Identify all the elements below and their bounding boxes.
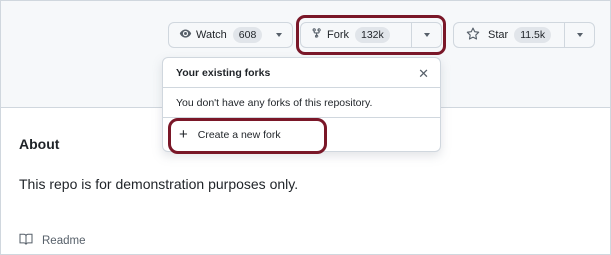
star-button[interactable]: Star 11.5k bbox=[454, 23, 564, 47]
eye-icon bbox=[179, 27, 192, 43]
popover-message: You don't have any forks of this reposit… bbox=[163, 88, 440, 118]
star-count: 11.5k bbox=[514, 27, 552, 43]
chevron-down-icon bbox=[276, 33, 282, 37]
book-icon bbox=[19, 233, 33, 248]
chevron-down-icon bbox=[576, 33, 583, 37]
star-dropdown-button[interactable] bbox=[565, 23, 594, 47]
popover-title: Your existing forks bbox=[176, 66, 271, 79]
close-icon[interactable]: ✕ bbox=[418, 66, 429, 82]
star-button-group: Star 11.5k bbox=[453, 22, 595, 48]
star-label: Star bbox=[488, 29, 509, 41]
watch-count: 608 bbox=[232, 27, 263, 43]
fork-highlight-annotation bbox=[296, 15, 446, 55]
about-title: About bbox=[19, 136, 60, 152]
watch-label: Watch bbox=[196, 29, 227, 41]
about-description: This repo is for demonstration purposes … bbox=[19, 176, 299, 192]
star-icon bbox=[466, 27, 480, 44]
watch-button-group: Watch 608 bbox=[168, 22, 293, 48]
readme-label: Readme bbox=[42, 234, 86, 247]
readme-link[interactable]: Readme bbox=[19, 233, 85, 248]
watch-dropdown-button[interactable] bbox=[266, 23, 292, 47]
popover-header: Your existing forks bbox=[163, 58, 440, 88]
watch-button[interactable]: Watch 608 bbox=[169, 23, 263, 47]
create-fork-highlight-annotation bbox=[168, 118, 327, 154]
